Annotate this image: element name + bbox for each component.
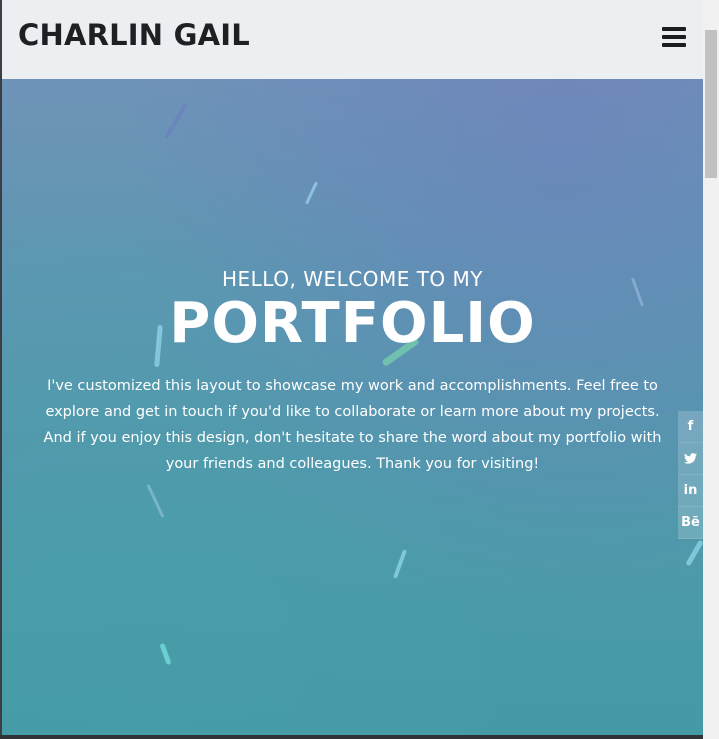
site-brand[interactable]: CHARLIN GAIL (18, 18, 250, 52)
linkedin-icon[interactable]: in (678, 475, 703, 507)
hamburger-menu-button[interactable] (662, 27, 688, 49)
hamburger-icon-bar-middle (662, 35, 686, 39)
window-bottom-edge (0, 735, 703, 739)
hero-greeting: HELLO, WELCOME TO MY (221, 267, 483, 291)
site-header: CHARLIN GAIL (2, 0, 703, 79)
hero-section: HELLO, WELCOME TO MY PORTFOLIO I've cust… (2, 79, 703, 739)
hero-headline: PORTFOLIO (169, 291, 536, 356)
bokeh-speck (159, 642, 172, 666)
behance-icon[interactable]: Bē (678, 507, 703, 539)
bokeh-speck (146, 484, 165, 518)
vertical-scrollbar[interactable] (703, 0, 719, 739)
bokeh-speck (685, 539, 703, 567)
browser-viewport: CHARLIN GAIL HELLO, WELCOME TO MY PORTFO… (0, 0, 719, 739)
facebook-icon[interactable]: f (678, 411, 703, 443)
twitter-icon[interactable] (678, 443, 703, 475)
scrollbar-thumb[interactable] (705, 30, 717, 178)
hamburger-icon-bar-bottom (662, 43, 686, 47)
social-links: f in Bē (678, 411, 703, 539)
bokeh-speck (164, 102, 188, 140)
bokeh-speck (392, 549, 408, 579)
hero-intro-text: I've customized this layout to showcase … (43, 378, 662, 472)
hamburger-icon-bar-top (662, 27, 686, 31)
twitter-bird-glyph (684, 453, 697, 464)
bokeh-speck (305, 181, 318, 205)
